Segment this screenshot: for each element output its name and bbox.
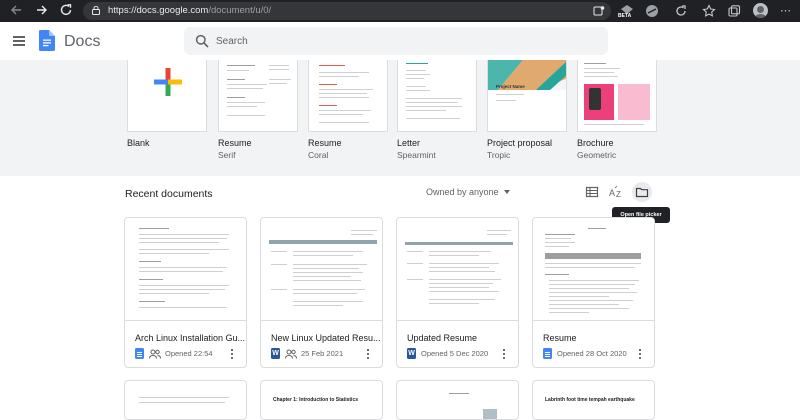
open-file-picker-button[interactable] xyxy=(632,182,652,202)
lock-icon[interactable] xyxy=(92,6,100,15)
docs-header: Docs xyxy=(0,22,800,60)
document-meta: Opened 22:54 xyxy=(135,348,245,360)
template-name: Resume xyxy=(218,138,252,148)
shared-people-icon xyxy=(149,349,161,359)
document-card[interactable]: Chapter 1: Introduction to Statistics xyxy=(260,380,383,420)
document-card[interactable]: Arch Linux Installation Gu... Opened 22:… xyxy=(124,217,247,368)
beta-extension-icon[interactable]: BETA xyxy=(618,2,635,20)
url-text[interactable]: https://docs.google.com/document/u/0/ xyxy=(108,5,271,16)
document-meta: Opened 28 Oct 2020 xyxy=(543,348,653,360)
svg-text:A: A xyxy=(609,188,615,198)
document-title[interactable]: Updated Resume xyxy=(407,333,517,343)
folder-icon xyxy=(635,187,649,198)
document-date: Opened 28 Oct 2020 xyxy=(557,349,627,358)
document-card[interactable] xyxy=(396,380,519,420)
word-doc-icon: W xyxy=(271,348,280,359)
template-style: Spearmint xyxy=(397,150,436,160)
template-style: Coral xyxy=(308,150,329,160)
word-doc-icon: W xyxy=(407,348,416,359)
more-options-icon[interactable] xyxy=(639,349,642,360)
document-title[interactable]: Arch Linux Installation Gu... xyxy=(135,333,245,343)
document-preview-heading: Chapter 1: Introduction to Statistics xyxy=(273,397,359,403)
document-meta: W Opened 5 Dec 2020 xyxy=(407,348,517,360)
template-thumbnail[interactable] xyxy=(577,60,657,132)
back-arrow-icon[interactable] xyxy=(8,3,24,19)
template-name: Project proposal xyxy=(487,138,553,148)
document-card[interactable]: Labrinth foot time tempah earthquake xyxy=(532,380,655,420)
owner-filter-label: Owned by anyone xyxy=(426,187,499,197)
document-card[interactable] xyxy=(124,380,247,420)
recent-documents-heading: Recent documents xyxy=(125,188,213,200)
document-preview[interactable] xyxy=(261,218,382,321)
reload-icon[interactable] xyxy=(58,3,74,19)
search-input[interactable] xyxy=(216,33,596,49)
beta-label: BETA xyxy=(618,13,632,19)
address-bar[interactable]: https://docs.google.com/document/u/0/ xyxy=(83,2,611,20)
forward-arrow-icon[interactable] xyxy=(34,3,50,19)
dropdown-caret-icon xyxy=(503,190,510,194)
shared-people-icon xyxy=(285,349,297,359)
photo-thumbnail xyxy=(483,409,497,419)
google-doc-icon xyxy=(543,348,552,359)
document-preview-heading: Labrinth foot time tempah earthquake xyxy=(545,397,635,403)
sync-icon[interactable] xyxy=(674,4,688,18)
favorites-star-icon[interactable] xyxy=(702,4,716,18)
document-title[interactable]: New Linux Updated Resu... xyxy=(271,333,381,343)
template-gallery: Blank Resume Serif Resume Coral Letter S… xyxy=(0,60,800,176)
document-preview[interactable] xyxy=(397,218,518,321)
google-doc-icon xyxy=(135,348,144,359)
browser-menu-icon[interactable]: ⋯ xyxy=(780,4,791,18)
template-thumbnail[interactable]: Project Name xyxy=(487,60,567,132)
template-name: Letter xyxy=(397,138,421,148)
template-name: Blank xyxy=(127,138,150,148)
profile-avatar[interactable] xyxy=(753,3,768,18)
thumbnail-text: Project Name xyxy=(496,84,525,89)
document-date: 25 Feb 2021 xyxy=(301,349,344,358)
browser-toolbar: https://docs.google.com/document/u/0/ BE… xyxy=(0,0,800,22)
reading-mode-icon[interactable] xyxy=(593,5,605,17)
search-bar[interactable] xyxy=(184,27,608,55)
collections-icon[interactable] xyxy=(727,4,741,18)
more-options-icon[interactable] xyxy=(503,349,506,360)
document-card[interactable]: Updated Resume W Opened 5 Dec 2020 xyxy=(396,217,519,368)
extension-icon[interactable] xyxy=(645,4,659,18)
document-title[interactable]: Resume xyxy=(543,333,653,343)
sort-az-icon[interactable]: A Z xyxy=(609,185,623,199)
owner-filter-dropdown[interactable]: Owned by anyone xyxy=(426,187,510,197)
main-menu-icon[interactable] xyxy=(13,36,25,46)
document-meta: W 25 Feb 2021 xyxy=(271,348,381,360)
template-style: Geometric xyxy=(577,150,617,160)
template-thumbnail[interactable] xyxy=(127,60,207,132)
document-preview[interactable] xyxy=(125,218,246,321)
template-thumbnail[interactable] xyxy=(218,60,298,132)
template-name: Resume xyxy=(308,138,342,148)
template-style: Tropic xyxy=(487,150,511,160)
template-style: Serif xyxy=(218,150,236,160)
svg-text:Z: Z xyxy=(616,190,621,199)
docs-logo-icon[interactable] xyxy=(39,30,55,51)
more-options-icon[interactable] xyxy=(367,349,370,360)
search-icon[interactable] xyxy=(195,34,209,48)
template-thumbnail[interactable] xyxy=(397,60,477,132)
template-name: Brochure xyxy=(577,138,614,148)
document-card[interactable]: New Linux Updated Resu... W 25 Feb 2021 xyxy=(260,217,383,368)
document-date: Opened 5 Dec 2020 xyxy=(421,349,489,358)
more-options-icon[interactable] xyxy=(231,349,234,360)
template-thumbnail[interactable] xyxy=(308,60,388,132)
list-view-icon[interactable] xyxy=(585,185,599,199)
document-date: Opened 22:54 xyxy=(165,349,213,358)
document-card[interactable]: Resume Opened 28 Oct 2020 xyxy=(532,217,655,368)
plus-icon xyxy=(154,68,182,96)
app-name[interactable]: Docs xyxy=(64,33,100,51)
document-preview[interactable] xyxy=(533,218,654,321)
